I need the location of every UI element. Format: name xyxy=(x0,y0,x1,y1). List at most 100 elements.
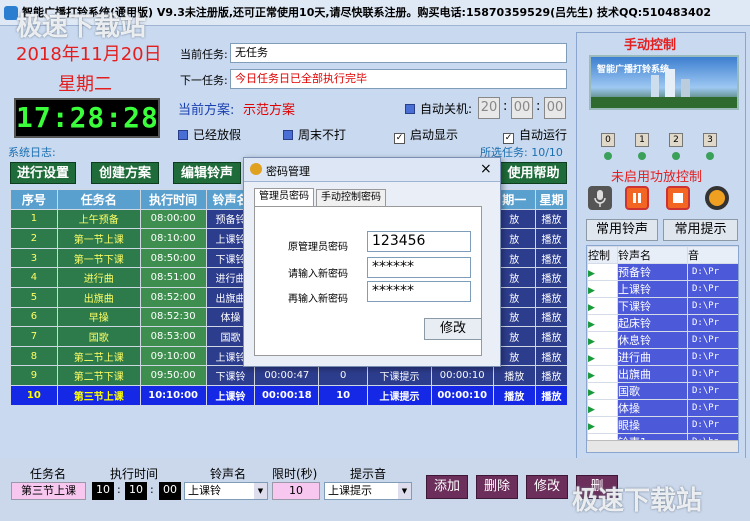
task-name-input[interactable]: 第三节上课 xyxy=(11,482,86,500)
modify-button[interactable]: 修改 xyxy=(526,475,568,499)
settings-button[interactable]: 进行设置 xyxy=(10,162,76,184)
play-icon[interactable]: ▶ xyxy=(589,337,595,347)
play-icon[interactable]: ▶ xyxy=(589,388,595,398)
play-icon[interactable]: ▶ xyxy=(589,303,595,313)
channel-status-dot xyxy=(604,152,612,160)
table-cell: 00:00:10 xyxy=(430,384,494,406)
table-cell: 9 xyxy=(10,365,58,386)
microphone-icon[interactable] xyxy=(588,186,612,210)
auto-shutdown-checkbox[interactable] xyxy=(405,104,415,114)
common-tip-button[interactable]: 常用提示 xyxy=(663,219,738,241)
dialog-title: 密码管理 xyxy=(266,165,310,178)
ring-select[interactable]: 上课铃 ▼ xyxy=(184,482,268,500)
play-icon[interactable]: ▶ xyxy=(589,269,595,279)
stop-icon[interactable] xyxy=(666,186,690,210)
table-cell: 10:10:00 xyxy=(139,384,207,406)
list-item[interactable]: ▶ 进行曲 D:\Pr xyxy=(587,348,738,366)
channel-button[interactable]: 0 xyxy=(601,133,615,147)
ring-item-path: D:\Pr xyxy=(687,263,738,281)
table-cell: 第二节下课 xyxy=(56,365,141,386)
new-password-input[interactable]: ****** xyxy=(367,257,471,278)
autoshow-check-icon[interactable]: ✓ xyxy=(394,133,405,144)
list-item[interactable]: ▶ 下课铃 D:\Pr xyxy=(587,297,738,315)
confirm-password-input[interactable]: ****** xyxy=(367,281,471,302)
help-button[interactable]: 使用帮助 xyxy=(500,162,567,184)
table-cell: 10 xyxy=(10,384,58,406)
option-autoshow[interactable]: ✓ 启动显示 xyxy=(394,126,458,144)
ring-list-scrollbar[interactable] xyxy=(587,440,738,452)
table-cell: 播放 xyxy=(535,384,568,406)
ring-item-name: 起床铃 xyxy=(617,314,688,332)
column-header[interactable]: 星期 xyxy=(535,189,568,210)
exec-minute-input[interactable]: 10 xyxy=(125,482,147,500)
shutdown-hour[interactable]: 20 xyxy=(478,97,500,119)
exec-second-input[interactable]: 00 xyxy=(159,482,181,500)
list-item[interactable]: ▶ 休息铃 D:\Pr xyxy=(587,331,738,349)
play-icon[interactable]: ▶ xyxy=(589,286,595,296)
tip-select[interactable]: 上课提示 ▼ xyxy=(324,482,412,500)
tab-admin-password[interactable]: 管理员密码 xyxy=(254,188,314,206)
list-item[interactable]: ▶ 预备铃 D:\Pr xyxy=(587,263,738,281)
table-cell: 8 xyxy=(10,345,58,367)
table-row[interactable]: 10 第三节上课 10:10:00 上课铃 00:00:18 10 上课提示 00:00:10… xyxy=(10,384,568,406)
list-item[interactable]: ▶ 眼操 D:\Pr xyxy=(587,416,738,434)
amp-status: 未启用功放控制 xyxy=(611,170,703,185)
create-plan-button[interactable]: 创建方案 xyxy=(91,162,159,184)
ring-item-name: 下课铃 xyxy=(617,297,688,315)
list-item[interactable]: ▶ 出旗曲 D:\Pr xyxy=(587,365,738,383)
shutdown-minute[interactable]: 00 xyxy=(511,97,533,119)
play-icon[interactable]: ▶ xyxy=(589,405,595,415)
shutdown-second[interactable]: 00 xyxy=(544,97,566,119)
ring-item-name: 体操 xyxy=(617,399,688,417)
tab-manual-password[interactable]: 手动控制密码 xyxy=(316,189,386,207)
option-autorun[interactable]: ✓ 自动运行 xyxy=(503,126,567,144)
ring-list: 控制 铃声名音 ▶ 预备铃 D:\Pr ▶ 上课铃 D:\Pr ▶ 下课铃 D:\Pr ▶ 起床铃 D:\… xyxy=(586,245,739,453)
table-cell: 下课铃 xyxy=(205,365,256,386)
system-log-label: 系统日志: xyxy=(8,146,56,159)
table-row[interactable]: 9 第二节下课 09:50:00 下课铃 00:00:47 0 下课提示 00:00:10 播放… xyxy=(10,365,568,386)
delete-button[interactable]: 删除 xyxy=(476,475,518,499)
autorun-check-icon[interactable]: ✓ xyxy=(503,133,514,144)
table-cell: 播放 xyxy=(535,228,568,249)
list-item[interactable]: ▶ 国歌 D:\Pr xyxy=(587,382,738,400)
pause-icon[interactable] xyxy=(625,186,649,210)
table-cell: 播放 xyxy=(535,345,568,367)
play-icon[interactable]: ▶ xyxy=(589,422,595,432)
ring-item-path: D:\Pr xyxy=(687,314,738,332)
column-header[interactable]: 任务名 xyxy=(56,189,141,210)
list-item[interactable]: ▶ 体操 D:\Pr xyxy=(587,399,738,417)
option-weekend[interactable]: 周末不打 xyxy=(283,126,346,143)
list-item[interactable]: ▶ 上课铃 D:\Pr xyxy=(587,280,738,298)
table-cell: 播放 xyxy=(535,365,568,386)
table-cell: 第一节下课 xyxy=(56,247,141,269)
password-dialog: 密码管理 × 管理员密码 手动控制密码 原管理员密码 123456 请输入新密码… xyxy=(243,157,501,367)
dialog-modify-button[interactable]: 修改 xyxy=(424,318,482,340)
current-plan-label: 当前方案: xyxy=(178,103,235,118)
ring-item-path: D:\Pr xyxy=(687,416,738,434)
table-cell: 08:50:00 xyxy=(139,247,207,269)
add-button[interactable]: 添加 xyxy=(426,475,468,499)
column-header[interactable]: 执行时间 xyxy=(139,189,207,210)
channel-button[interactable]: 2 xyxy=(669,133,683,147)
column-header[interactable]: 序号 xyxy=(10,189,58,210)
ring-name-label: 铃声名 xyxy=(210,467,247,481)
channel-button[interactable]: 3 xyxy=(703,133,717,147)
play-icon[interactable]: ▶ xyxy=(589,371,595,381)
orig-password-input[interactable]: 123456 xyxy=(367,231,471,252)
auto-shutdown[interactable]: 自动关机: xyxy=(405,100,472,117)
play-icon[interactable]: ▶ xyxy=(589,320,595,330)
channel-button[interactable]: 1 xyxy=(635,133,649,147)
exec-hour-input[interactable]: 10 xyxy=(92,482,114,500)
play-icon[interactable]: ▶ xyxy=(589,354,595,364)
record-icon[interactable] xyxy=(705,186,729,210)
table-cell: 第三节上课 xyxy=(56,384,141,406)
dialog-close-button[interactable]: × xyxy=(480,161,492,177)
common-ring-button[interactable]: 常用铃声 xyxy=(586,219,658,241)
time-limit-input[interactable]: 10 xyxy=(272,482,320,500)
list-item[interactable]: ▶ 起床铃 D:\Pr xyxy=(587,314,738,332)
watermark-bottom: 极速下载站 xyxy=(572,486,703,516)
edit-ring-button[interactable]: 编辑铃声 xyxy=(173,162,241,184)
table-cell: 第一节上课 xyxy=(56,228,141,249)
table-cell: 08:52:00 xyxy=(139,286,207,308)
option-holiday[interactable]: 已经放假 xyxy=(178,126,241,143)
